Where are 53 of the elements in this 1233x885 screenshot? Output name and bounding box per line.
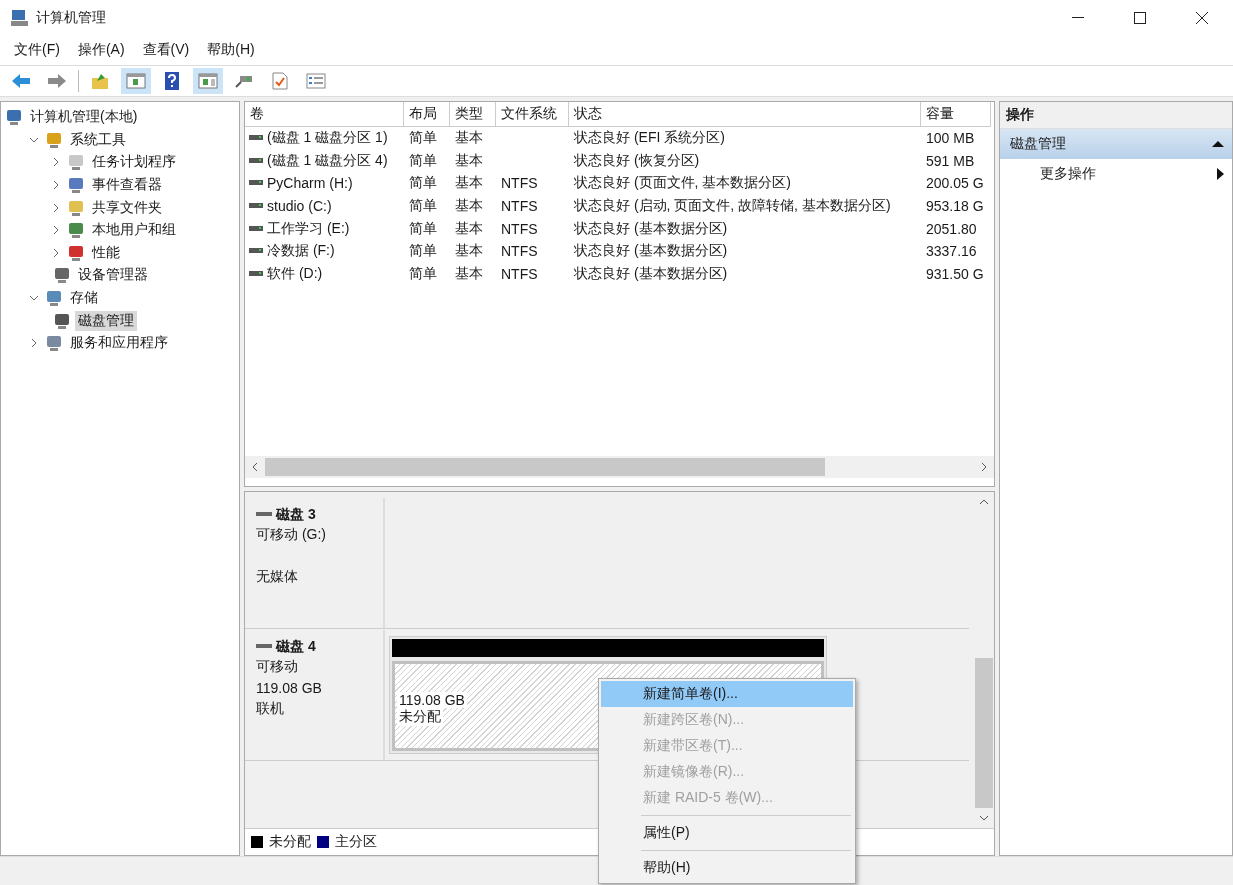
table-cell: 工作学习 (E:): [267, 219, 350, 238]
table-cell: 状态良好 (EFI 系统分区): [574, 129, 725, 148]
disk-size: 119.08 GB: [256, 680, 322, 696]
table-cell: 简单: [409, 197, 437, 216]
table-cell: 状态良好 (恢复分区): [574, 151, 700, 170]
table-cell: 591 MB: [926, 152, 975, 169]
table-cell: 基本: [455, 129, 483, 148]
disk-type: 可移动 (G:): [256, 526, 326, 544]
table-cell: 基本: [455, 219, 483, 238]
table-cell: 简单: [409, 151, 437, 170]
disk-name: 磁盘 3: [276, 506, 316, 524]
table-cell: 2051.80: [926, 220, 977, 237]
table-cell: NTFS: [501, 175, 538, 192]
legend-label: 未分配: [269, 833, 311, 851]
table-cell: 状态良好 (启动, 页面文件, 故障转储, 基本数据分区): [574, 197, 891, 216]
table-cell: NTFS: [501, 198, 538, 215]
table-cell: 基本: [455, 174, 483, 193]
partition-size: 119.08 GB: [397, 692, 467, 708]
table-cell: 基本: [455, 197, 483, 216]
table-cell: 931.50 G: [926, 265, 984, 282]
table-cell: (磁盘 1 磁盘分区 4): [267, 151, 388, 170]
table-cell: (磁盘 1 磁盘分区 1): [267, 129, 388, 148]
actions-header: 操作: [1000, 102, 1232, 129]
disk-status: 联机: [256, 700, 284, 718]
table-cell: 3337.16: [926, 243, 977, 260]
table-cell: 状态良好 (页面文件, 基本数据分区): [574, 174, 791, 193]
table-cell: 基本: [455, 264, 483, 283]
table-cell: 100 MB: [926, 130, 975, 147]
table-cell: 简单: [409, 129, 437, 148]
table-cell: 简单: [409, 174, 437, 193]
disk-type: 可移动: [256, 658, 298, 676]
table-cell: 简单: [409, 219, 437, 238]
table-cell: 冷数据 (F:): [267, 242, 335, 261]
table-cell: 状态良好 (基本数据分区): [574, 219, 728, 238]
disk-status: 无媒体: [256, 568, 298, 586]
table-cell: 953.18 G: [926, 198, 984, 215]
table-cell: PyCharm (H:): [267, 175, 353, 192]
window-title: 计算机管理: [36, 8, 107, 27]
table-cell: studio (C:): [267, 198, 332, 215]
disk-name: 磁盘 4: [276, 638, 316, 656]
table-cell: 状态良好 (基本数据分区): [574, 242, 728, 261]
table-cell: NTFS: [501, 265, 538, 282]
legend-label: 主分区: [335, 833, 377, 851]
table-cell: 软件 (D:): [267, 264, 323, 283]
table-cell: 基本: [455, 151, 483, 170]
table-cell: NTFS: [501, 220, 538, 237]
table-cell: 状态良好 (基本数据分区): [574, 264, 728, 283]
table-cell: NTFS: [501, 243, 538, 260]
table-cell: 简单: [409, 264, 437, 283]
partition-label: 未分配: [397, 708, 443, 726]
table-cell: 200.05 G: [926, 175, 984, 192]
table-cell: 基本: [455, 242, 483, 261]
table-cell: 简单: [409, 242, 437, 261]
